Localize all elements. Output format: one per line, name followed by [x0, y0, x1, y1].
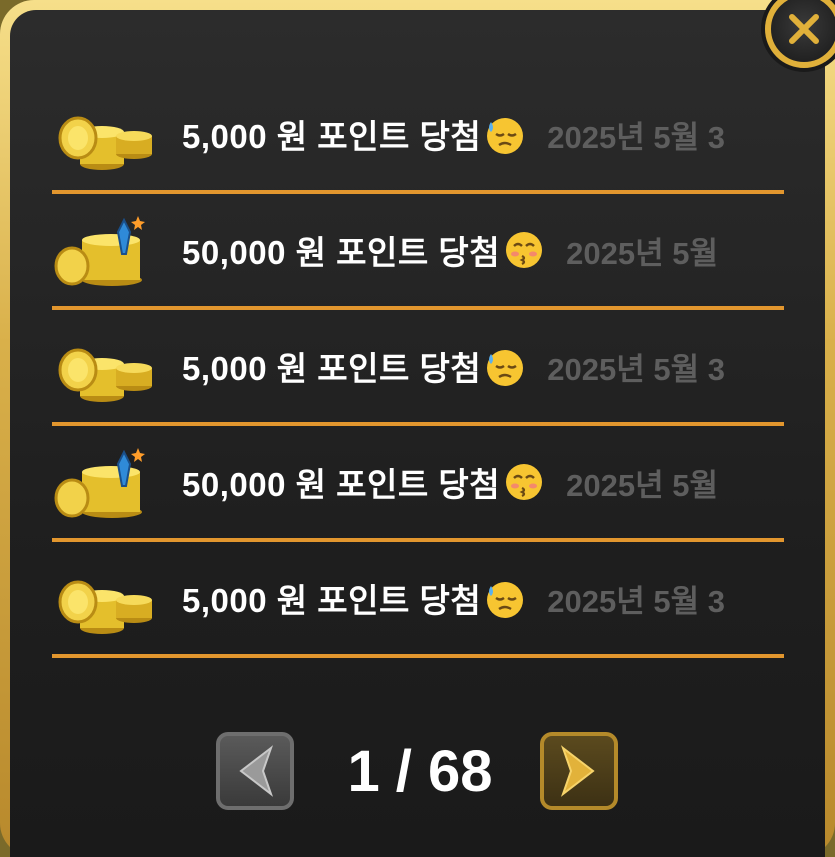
list-item: 5,000 원 포인트 당첨 2025년 5월 3 — [52, 310, 784, 426]
reward-date: 2025년 5월 — [566, 467, 718, 503]
reward-history-dialog: 5,000 원 포인트 당첨 2025년 5월 3 50,000 원 포인트 당… — [0, 0, 835, 857]
list-item: 5,000 원 포인트 당첨 2025년 5월 3 — [52, 78, 784, 194]
reward-date: 2025년 5월 3 — [547, 583, 725, 619]
gold-coins-potion-icon — [54, 448, 145, 518]
reward-text: 5,000 원 포인트 당첨 — [182, 350, 482, 387]
gold-coins-icon — [58, 580, 152, 634]
reward-text: 5,000 원 포인트 당첨 — [182, 582, 482, 619]
next-page-button[interactable] — [540, 732, 618, 810]
reward-text: 5,000 원 포인트 당첨 — [182, 118, 482, 155]
reward-date: 2025년 5월 — [566, 235, 718, 271]
gold-coins-icon — [58, 348, 152, 402]
page-indicator: 1 / 68 — [347, 739, 493, 804]
reward-list: 5,000 원 포인트 당첨 2025년 5월 3 50,000 원 포인트 당… — [52, 78, 784, 658]
chevron-left-icon — [239, 745, 274, 797]
gold-coins-icon — [58, 116, 152, 170]
gold-coins-potion-icon — [54, 216, 145, 286]
reward-date: 2025년 5월 3 — [547, 351, 725, 387]
reward-text: 50,000 원 포인트 당첨 — [182, 466, 501, 503]
dialog-panel: 5,000 원 포인트 당첨 2025년 5월 3 50,000 원 포인트 당… — [10, 10, 825, 857]
kissing-face-emoji-icon — [506, 232, 543, 268]
close-icon — [789, 14, 819, 44]
pagination: 1 / 68 — [10, 730, 825, 814]
chevron-right-icon — [560, 745, 595, 797]
sweat-face-emoji-icon — [487, 350, 524, 386]
kissing-face-emoji-icon — [506, 464, 543, 500]
reward-date: 2025년 5월 3 — [547, 119, 725, 155]
reward-text: 50,000 원 포인트 당첨 — [182, 234, 501, 271]
list-item: 50,000 원 포인트 당첨 2025년 5월 — [52, 194, 784, 310]
prev-page-button[interactable] — [216, 732, 294, 810]
sweat-face-emoji-icon — [487, 118, 524, 154]
sweat-face-emoji-icon — [487, 582, 524, 618]
list-item: 50,000 원 포인트 당첨 2025년 5월 — [52, 426, 784, 542]
list-item: 5,000 원 포인트 당첨 2025년 5월 3 — [52, 542, 784, 658]
